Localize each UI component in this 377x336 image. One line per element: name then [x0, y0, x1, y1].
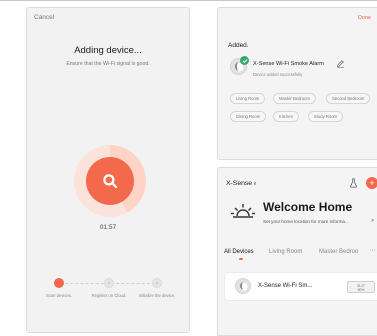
flask-icon[interactable] [349, 178, 358, 188]
step-initialize-dot [152, 278, 162, 288]
step-scan-dot [54, 278, 64, 288]
device-card-name: X-Sense Wi-Fi Sm... [258, 283, 313, 289]
search-icon [103, 174, 118, 189]
room-chip-dining-room[interactable]: Dining Room [230, 111, 267, 122]
temperature-humidity-badge: 21.0° 50% [347, 281, 375, 293]
step-register-label: Register on Cloud. [91, 293, 127, 298]
cancel-button[interactable]: Cancel [34, 14, 54, 21]
room-chip-master-bedroom[interactable]: Master Bedroom [273, 93, 316, 104]
adding-title: Adding device... [74, 45, 142, 56]
humidity-value: 50% [357, 288, 365, 292]
sun-icon [231, 204, 255, 218]
room-chip-kitchen[interactable]: Kitchen [273, 111, 299, 122]
top-divider [0, 0, 377, 1]
tab-living-room[interactable]: Living Room [269, 249, 302, 255]
home-screen: X-Sense∨ + Welcome Home Set your home lo… [217, 167, 377, 336]
brand-name: X-Sense [226, 180, 253, 187]
done-button[interactable]: Done [358, 15, 371, 21]
room-chip-living-room[interactable]: Living Room [230, 93, 266, 104]
smoke-alarm-icon [235, 278, 251, 294]
tab-all-devices[interactable]: All Devices [224, 249, 254, 255]
added-heading: Added. [228, 42, 249, 49]
tab-master-bedroom[interactable]: Master Bedroo [319, 249, 358, 255]
more-icon[interactable]: ··· [369, 247, 376, 254]
added-device-name: X-Sense Wi-Fi Smoke Alarm [253, 61, 324, 67]
step-initialize-label: Initialize the device. [138, 293, 176, 298]
step-scan-label: Scan devices. [45, 293, 73, 298]
welcome-title: Welcome Home [263, 200, 353, 214]
chevron-down-icon: ∨ [253, 181, 257, 187]
scan-progress-ring [74, 145, 146, 217]
home-selector[interactable]: X-Sense∨ [226, 180, 257, 187]
scan-button [86, 157, 134, 205]
set-location-link[interactable]: Set your home location for more informa.… [263, 219, 349, 224]
add-device-button[interactable]: + [366, 177, 377, 189]
room-chip-second-bedroom[interactable]: Second Bedroom [326, 93, 371, 104]
adding-device-screen: Cancel Adding device... Ensure that the … [26, 7, 190, 333]
active-tab-indicator [239, 258, 243, 260]
check-icon [240, 56, 249, 65]
adding-subtitle: Ensure that the Wi-Fi signal is good. [66, 61, 150, 67]
edit-icon[interactable] [336, 59, 345, 68]
countdown-timer: 01:57 [99, 224, 117, 231]
device-added-screen: Done Added. X-Sense Wi-Fi Smoke Alarm De… [217, 7, 377, 160]
chevron-right-icon: > [371, 218, 375, 224]
room-chip-study-room[interactable]: Study Room [308, 111, 344, 122]
added-status-text: Device added successfully [253, 72, 303, 77]
device-card[interactable]: X-Sense Wi-Fi Sm... 21.0° 50% [225, 273, 377, 300]
step-register-dot [104, 278, 114, 288]
